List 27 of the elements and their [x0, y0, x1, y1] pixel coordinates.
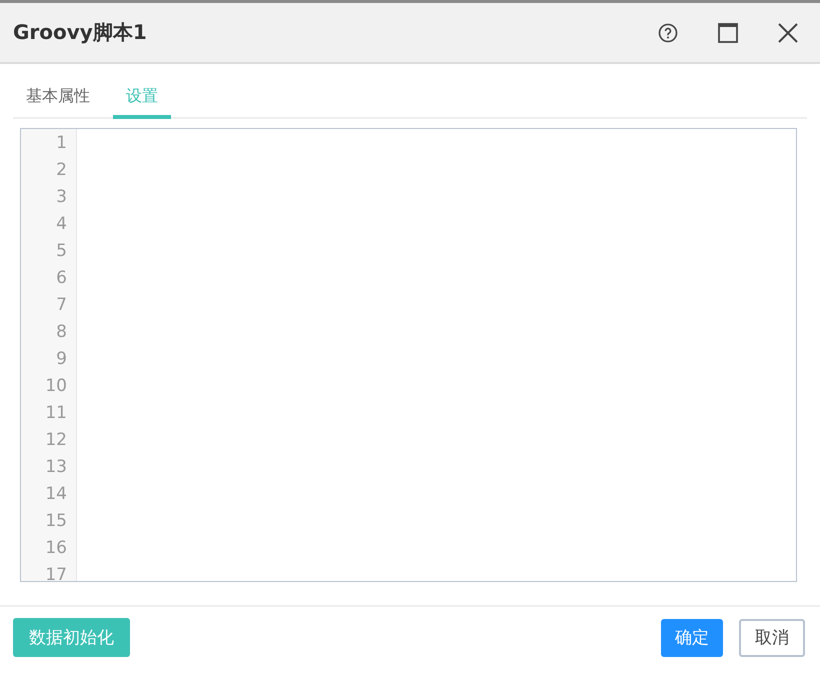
cancel-button[interactable]: 取消 — [739, 618, 805, 656]
line-number: 4 — [55, 213, 68, 236]
line-number: 6 — [55, 267, 68, 290]
tab[interactable]: 设置 — [113, 86, 171, 119]
maximize-icon — [718, 22, 738, 42]
line-number: 12 — [44, 429, 68, 452]
line-number: 5 — [55, 240, 68, 263]
line-number: 3 — [55, 186, 68, 209]
line-number: 13 — [44, 456, 68, 479]
line-number: 9 — [55, 348, 68, 371]
help-icon — [658, 22, 678, 42]
line-number: 16 — [44, 537, 68, 560]
line-number: 1 — [55, 132, 68, 155]
window-title: Groovy脚本1 — [13, 19, 148, 46]
confirm-button[interactable]: 确定 — [661, 618, 723, 656]
line-number: 7 — [55, 294, 68, 317]
line-number: 8 — [55, 321, 68, 344]
line-number: 2 — [55, 159, 68, 182]
close-icon — [778, 22, 798, 42]
line-number: 11 — [44, 402, 68, 425]
data-init-button[interactable]: 数据初始化 — [13, 618, 130, 657]
line-number: 15 — [44, 510, 68, 533]
tab[interactable]: 基本属性 — [13, 86, 103, 119]
line-number: 10 — [44, 375, 68, 398]
code-editor[interactable]: 1 2 3 4 5 6 7 8 9 10 11 12 13 14 15 16 17 — [20, 128, 797, 582]
line-number: 14 — [44, 483, 68, 506]
line-number: 17 — [44, 564, 68, 581]
